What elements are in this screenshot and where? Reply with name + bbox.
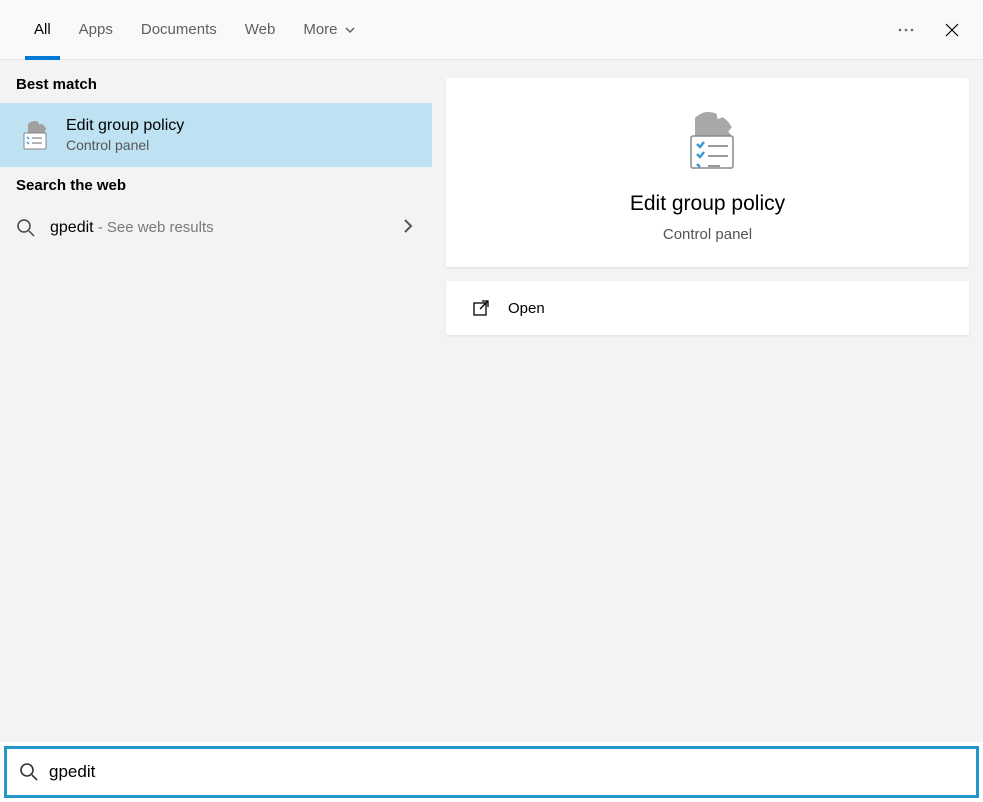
preview-card: Edit group policy Control panel: [446, 78, 969, 267]
close-button[interactable]: [929, 7, 975, 53]
preview-title: Edit group policy: [466, 192, 949, 216]
content-area: Best match Edit group policy Control pan…: [0, 60, 983, 742]
search-input[interactable]: [49, 762, 964, 782]
gpedit-large-icon: [673, 106, 743, 176]
tabs-row: All Apps Documents Web More: [0, 0, 983, 60]
best-match-text: Edit group policy Control panel: [66, 117, 184, 153]
best-match-sub: Control panel: [66, 137, 184, 153]
ellipsis-icon: [896, 20, 916, 40]
action-list: Open: [446, 281, 969, 335]
search-bar[interactable]: [4, 746, 979, 798]
chevron-down-icon: [344, 24, 356, 36]
tab-documents[interactable]: Documents: [127, 0, 231, 60]
more-options-button[interactable]: [883, 7, 929, 53]
web-result-row[interactable]: gpedit - See web results: [0, 204, 432, 252]
web-result-term: gpedit: [50, 219, 94, 236]
open-icon: [472, 299, 490, 317]
results-panel: Best match Edit group policy Control pan…: [0, 60, 432, 742]
best-match-title: Edit group policy: [66, 117, 184, 135]
action-open-label: Open: [508, 300, 545, 317]
preview-sub: Control panel: [466, 226, 949, 243]
best-match-result[interactable]: Edit group policy Control panel: [0, 103, 432, 167]
best-match-header: Best match: [0, 66, 432, 103]
tab-apps[interactable]: Apps: [65, 0, 127, 60]
search-web-header: Search the web: [0, 167, 432, 204]
tab-all[interactable]: All: [20, 0, 65, 60]
tab-web[interactable]: Web: [231, 0, 290, 60]
search-icon: [16, 218, 36, 238]
chevron-right-icon: [402, 217, 414, 240]
web-result-label: gpedit - See web results: [50, 219, 214, 237]
close-icon: [944, 22, 960, 38]
tab-more-label: More: [303, 21, 337, 38]
preview-panel: Edit group policy Control panel Open: [432, 60, 983, 742]
action-open[interactable]: Open: [446, 281, 969, 335]
gpedit-small-icon: [16, 117, 52, 153]
search-icon: [19, 762, 39, 782]
web-result-suffix: - See web results: [94, 219, 214, 236]
tab-more[interactable]: More: [289, 0, 369, 60]
